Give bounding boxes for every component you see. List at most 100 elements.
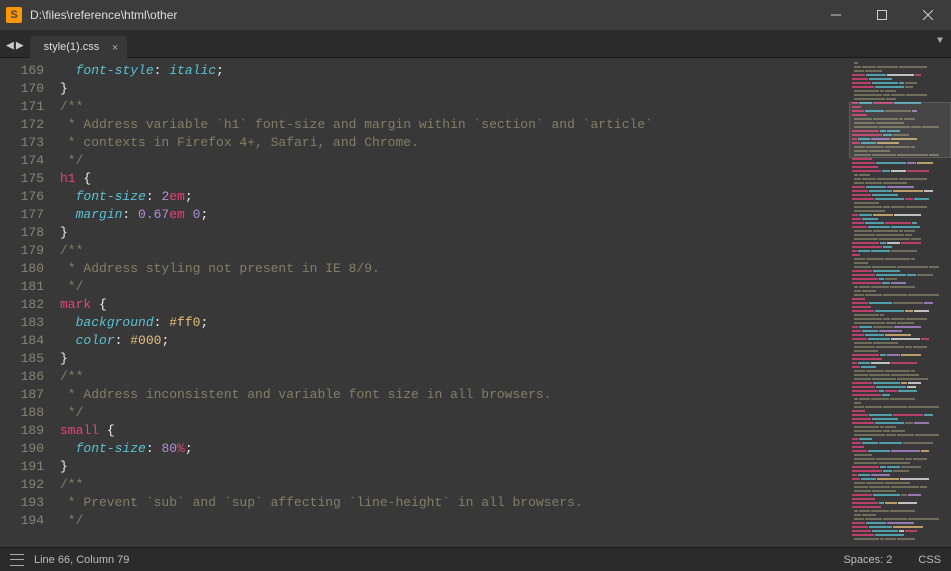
minimap-line bbox=[852, 86, 948, 88]
minimap-line bbox=[852, 446, 948, 448]
minimap[interactable] bbox=[849, 58, 951, 547]
minimap-line bbox=[852, 414, 948, 416]
minimap-line bbox=[852, 222, 948, 224]
minimap-line bbox=[852, 278, 948, 280]
statusbar: Line 66, Column 79 Spaces: 2 CSS bbox=[0, 547, 951, 571]
tab-dropdown-icon[interactable]: ▼ bbox=[937, 36, 943, 47]
minimap-line bbox=[852, 250, 948, 252]
code-line: * Address styling not present in IE 8/9. bbox=[60, 260, 849, 278]
minimap-line bbox=[852, 190, 948, 192]
code-line: * Address inconsistent and variable font… bbox=[60, 386, 849, 404]
code-line: * Prevent `sub` and `sup` affecting `lin… bbox=[60, 494, 849, 512]
minimap-line bbox=[852, 158, 948, 160]
tab-close-icon[interactable]: × bbox=[112, 42, 118, 54]
minimap-line bbox=[852, 330, 948, 332]
minimap-line bbox=[852, 522, 948, 524]
line-number: 179 bbox=[0, 242, 44, 260]
minimap-line bbox=[852, 254, 948, 256]
minimap-line bbox=[852, 474, 948, 476]
minimap-line bbox=[852, 402, 948, 404]
minimap-line bbox=[852, 374, 948, 376]
line-number: 181 bbox=[0, 278, 44, 296]
minimap-line bbox=[852, 182, 948, 184]
minimap-line bbox=[852, 530, 948, 532]
minimap-line bbox=[852, 162, 948, 164]
code-line: /** bbox=[60, 368, 849, 386]
minimap-line bbox=[852, 298, 948, 300]
minimap-line bbox=[852, 94, 948, 96]
minimap-line bbox=[852, 406, 948, 408]
minimap-line bbox=[852, 498, 948, 500]
line-number: 177 bbox=[0, 206, 44, 224]
minimap-line bbox=[852, 422, 948, 424]
line-number: 188 bbox=[0, 404, 44, 422]
code-line: h1 { bbox=[60, 170, 849, 188]
tab-label: style(1).css bbox=[44, 41, 100, 53]
minimap-line bbox=[852, 282, 948, 284]
minimap-line bbox=[852, 266, 948, 268]
minimap-line bbox=[852, 394, 948, 396]
code-line: */ bbox=[60, 404, 849, 422]
minimap-line bbox=[852, 98, 948, 100]
line-number: 172 bbox=[0, 116, 44, 134]
minimap-line bbox=[852, 230, 948, 232]
syntax-setting[interactable]: CSS bbox=[918, 554, 941, 566]
line-number: 178 bbox=[0, 224, 44, 242]
code-line: color: #000; bbox=[60, 332, 849, 350]
minimap-line bbox=[852, 310, 948, 312]
line-number: 170 bbox=[0, 80, 44, 98]
minimap-line bbox=[852, 210, 948, 212]
minimap-line bbox=[852, 518, 948, 520]
minimap-line bbox=[852, 206, 948, 208]
cursor-position[interactable]: Line 66, Column 79 bbox=[34, 554, 129, 566]
line-number: 176 bbox=[0, 188, 44, 206]
maximize-button[interactable] bbox=[859, 0, 905, 30]
minimap-line bbox=[852, 314, 948, 316]
minimap-line bbox=[852, 238, 948, 240]
menu-icon[interactable] bbox=[10, 554, 24, 566]
minimap-line bbox=[852, 294, 948, 296]
minimap-line bbox=[852, 214, 948, 216]
minimap-line bbox=[852, 170, 948, 172]
minimap-line bbox=[852, 226, 948, 228]
code-line: } bbox=[60, 224, 849, 242]
back-icon[interactable]: ◀ bbox=[6, 38, 14, 53]
minimap-line bbox=[852, 466, 948, 468]
minimap-line bbox=[852, 242, 948, 244]
line-number: 182 bbox=[0, 296, 44, 314]
code-line: } bbox=[60, 80, 849, 98]
minimap-viewport[interactable] bbox=[849, 102, 951, 158]
minimap-line bbox=[852, 290, 948, 292]
minimap-line bbox=[852, 478, 948, 480]
line-number: 194 bbox=[0, 512, 44, 530]
editor: 1691701711721731741751761771781791801811… bbox=[0, 58, 951, 547]
line-number: 183 bbox=[0, 314, 44, 332]
minimap-line bbox=[852, 490, 948, 492]
code-area[interactable]: font-style: italic;}/** * Address variab… bbox=[60, 58, 849, 547]
forward-icon[interactable]: ▶ bbox=[16, 38, 24, 53]
tab-file[interactable]: style(1).css × bbox=[30, 36, 128, 58]
line-number: 191 bbox=[0, 458, 44, 476]
close-button[interactable] bbox=[905, 0, 951, 30]
minimap-line bbox=[852, 202, 948, 204]
indent-setting[interactable]: Spaces: 2 bbox=[843, 554, 892, 566]
minimap-line bbox=[852, 306, 948, 308]
minimize-button[interactable] bbox=[813, 0, 859, 30]
minimap-line bbox=[852, 350, 948, 352]
code-line: /** bbox=[60, 242, 849, 260]
line-number: 184 bbox=[0, 332, 44, 350]
minimap-line bbox=[852, 326, 948, 328]
minimap-line bbox=[852, 78, 948, 80]
minimap-line bbox=[852, 186, 948, 188]
minimap-line bbox=[852, 370, 948, 372]
minimap-line bbox=[852, 410, 948, 412]
minimap-line bbox=[852, 194, 948, 196]
line-number: 180 bbox=[0, 260, 44, 278]
code-line: * contexts in Firefox 4+, Safari, and Ch… bbox=[60, 134, 849, 152]
minimap-line bbox=[852, 178, 948, 180]
gutter: 1691701711721731741751761771781791801811… bbox=[0, 58, 60, 547]
code-line: small { bbox=[60, 422, 849, 440]
line-number: 189 bbox=[0, 422, 44, 440]
minimap-line bbox=[852, 274, 948, 276]
minimap-line bbox=[852, 494, 948, 496]
